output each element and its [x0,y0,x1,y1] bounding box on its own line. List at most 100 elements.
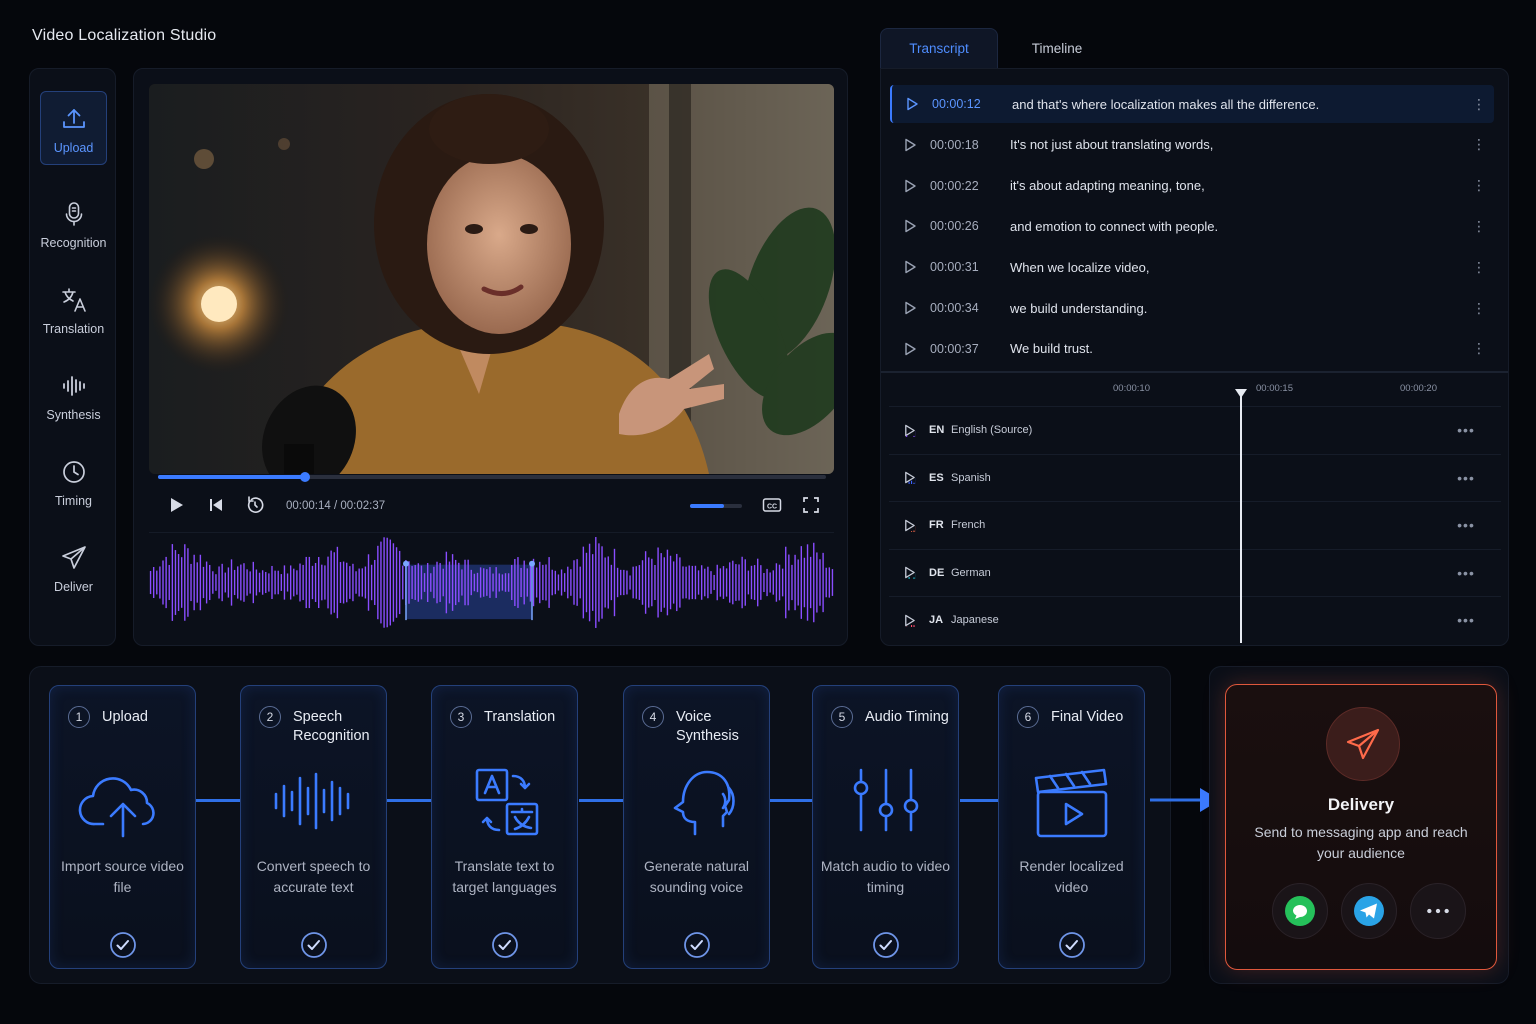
row-play-button[interactable] [890,179,930,193]
step-description: Import source video file [61,858,184,895]
lane-menu-button[interactable]: ••• [1446,470,1486,486]
fullscreen-button[interactable] [801,495,821,515]
play-icon [905,179,916,192]
row-play-button[interactable] [890,138,930,152]
messaging-app-button-chat[interactable] [1272,883,1328,939]
timeline-lane[interactable]: ES Spanish ••• [889,453,1501,501]
tab-transcript[interactable]: Transcript [880,28,998,68]
play-icon [905,301,916,315]
sidebar-item-translation[interactable]: Translation [40,273,107,347]
lane-language-name: Japanese [951,614,999,627]
replay-button[interactable] [245,495,265,515]
lane-menu-button[interactable]: ••• [1446,565,1486,581]
pipeline-step[interactable]: 1 Upload Import source video file [49,685,196,969]
lane-waveform [1051,553,1446,593]
lane-play-button[interactable] [889,566,929,580]
pipeline-step[interactable]: 4 Voice Synthesis Generate natural soundin… [623,685,770,969]
row-menu-button[interactable]: ⋮ [1464,218,1494,235]
lane-play-button[interactable] [889,519,929,532]
transcript-row[interactable]: 00:00:12 and that's where localization ma… [890,85,1494,123]
video-panel: 00:00:14 / 00:02:37 CC [133,68,848,646]
timeline-lane[interactable]: FR French ••• [889,501,1501,548]
lane-play-button[interactable] [889,424,929,437]
transcript-row[interactable]: 00:00:34 we build understanding. ⋮ [890,289,1494,327]
lane-language-name: German [951,566,991,579]
step-connector [770,799,812,802]
svg-text:CC: CC [767,503,777,510]
row-menu-button[interactable]: ⋮ [1464,300,1494,317]
sidebar-item-synthesis[interactable]: Synthesis [40,359,107,433]
sidebar-item-label: Upload [53,141,94,155]
video-frame[interactable] [149,84,834,474]
row-play-button[interactable] [890,260,930,274]
sidebar-item-deliver[interactable]: Deliver [40,531,107,605]
skip-back-button[interactable] [206,495,226,515]
row-text: we build understanding. [1010,300,1148,316]
transcript-row[interactable]: 00:00:22 it's about adapting meaning, ton… [890,167,1494,205]
transcript-row[interactable]: 00:00:31 When we localize video, ⋮ [890,248,1494,286]
row-play-button[interactable] [890,301,930,315]
step-number: 1 [68,706,90,728]
lane-waveform [1051,600,1446,640]
lane-menu-button[interactable]: ••• [1446,517,1486,533]
pipeline-step[interactable]: 6 Final Video Render localized video [998,685,1145,969]
check-circle-icon [1059,932,1085,958]
play-icon [904,471,916,485]
lane-language-code: EN [929,424,945,436]
timeline-lane[interactable]: DE German ••• [889,548,1501,596]
audio-waveform-strip[interactable] [149,532,834,632]
play-button[interactable] [166,495,186,515]
step-connector [960,799,998,802]
lane-menu-button[interactable]: ••• [1446,422,1486,438]
messaging-app-button-telegram[interactable] [1341,883,1397,939]
pipeline-step[interactable]: 5 Audio Timing Match audio to video timing [812,685,959,969]
pipeline-step[interactable]: 2 Speech Recognition Convert speech to acc… [240,685,387,969]
sidebar-item-recognition[interactable]: Recognition [40,187,107,261]
translate-icon [475,768,539,836]
play-icon [904,567,916,580]
row-menu-button[interactable]: ⋮ [1464,96,1494,113]
row-play-button[interactable] [892,97,932,111]
more-apps-button[interactable] [1410,883,1466,939]
step-title: Translation [484,709,556,725]
row-text: and that's where localization makes all … [1012,96,1320,112]
captions-button[interactable]: CC [762,495,782,515]
sidebar-item-timing[interactable]: Timing [40,445,107,519]
transcript-row[interactable]: 00:00:37 We build trust. ⋮ [890,330,1494,368]
row-menu-button[interactable]: ⋮ [1464,259,1494,276]
lane-language-code: DE [929,566,945,579]
clock-icon [62,461,85,483]
row-menu-button[interactable]: ⋮ [1464,340,1494,357]
progress-knob[interactable] [299,472,310,482]
volume-slider[interactable] [690,504,742,508]
timeline-playhead[interactable] [1240,393,1242,643]
replay-icon [247,496,264,513]
speaker-video-image [149,84,834,474]
check-circle-icon [684,932,710,958]
progress-track[interactable] [158,472,826,482]
pipeline-step[interactable]: 3 Translation Translate text to target lan… [431,685,578,969]
timeline-lane[interactable]: EN English (Source) ••• [889,406,1501,453]
lane-play-button[interactable] [889,614,929,627]
timeline-lane[interactable]: JA Japanese ••• [889,596,1501,643]
play-icon [904,614,915,627]
row-timestamp: 00:00:12 [932,97,981,111]
tab-timeline[interactable]: Timeline [998,28,1116,68]
sidebar-item-label: Deliver [54,580,93,594]
row-menu-button[interactable]: ⋮ [1464,177,1494,194]
lane-play-button[interactable] [889,471,929,485]
kebab-menu-icon: ⋮ [1472,177,1486,194]
sidebar-item-upload[interactable]: Upload [40,91,107,165]
row-play-button[interactable] [890,219,930,233]
row-timestamp: 00:00:22 [930,178,979,193]
fullscreen-icon [803,497,819,513]
playhead-handle[interactable] [1235,389,1247,398]
transcript-row[interactable]: 00:00:26 and emotion to connect with peop… [890,207,1494,245]
row-menu-button[interactable]: ⋮ [1464,136,1494,153]
play-icon [907,97,918,111]
transcript-row[interactable]: 00:00:18 It's not just about translating … [890,126,1494,164]
lane-menu-button[interactable]: ••• [1446,612,1486,628]
volume-fill [690,504,724,508]
sidebar-item-label: Synthesis [46,408,101,422]
row-play-button[interactable] [890,342,930,356]
